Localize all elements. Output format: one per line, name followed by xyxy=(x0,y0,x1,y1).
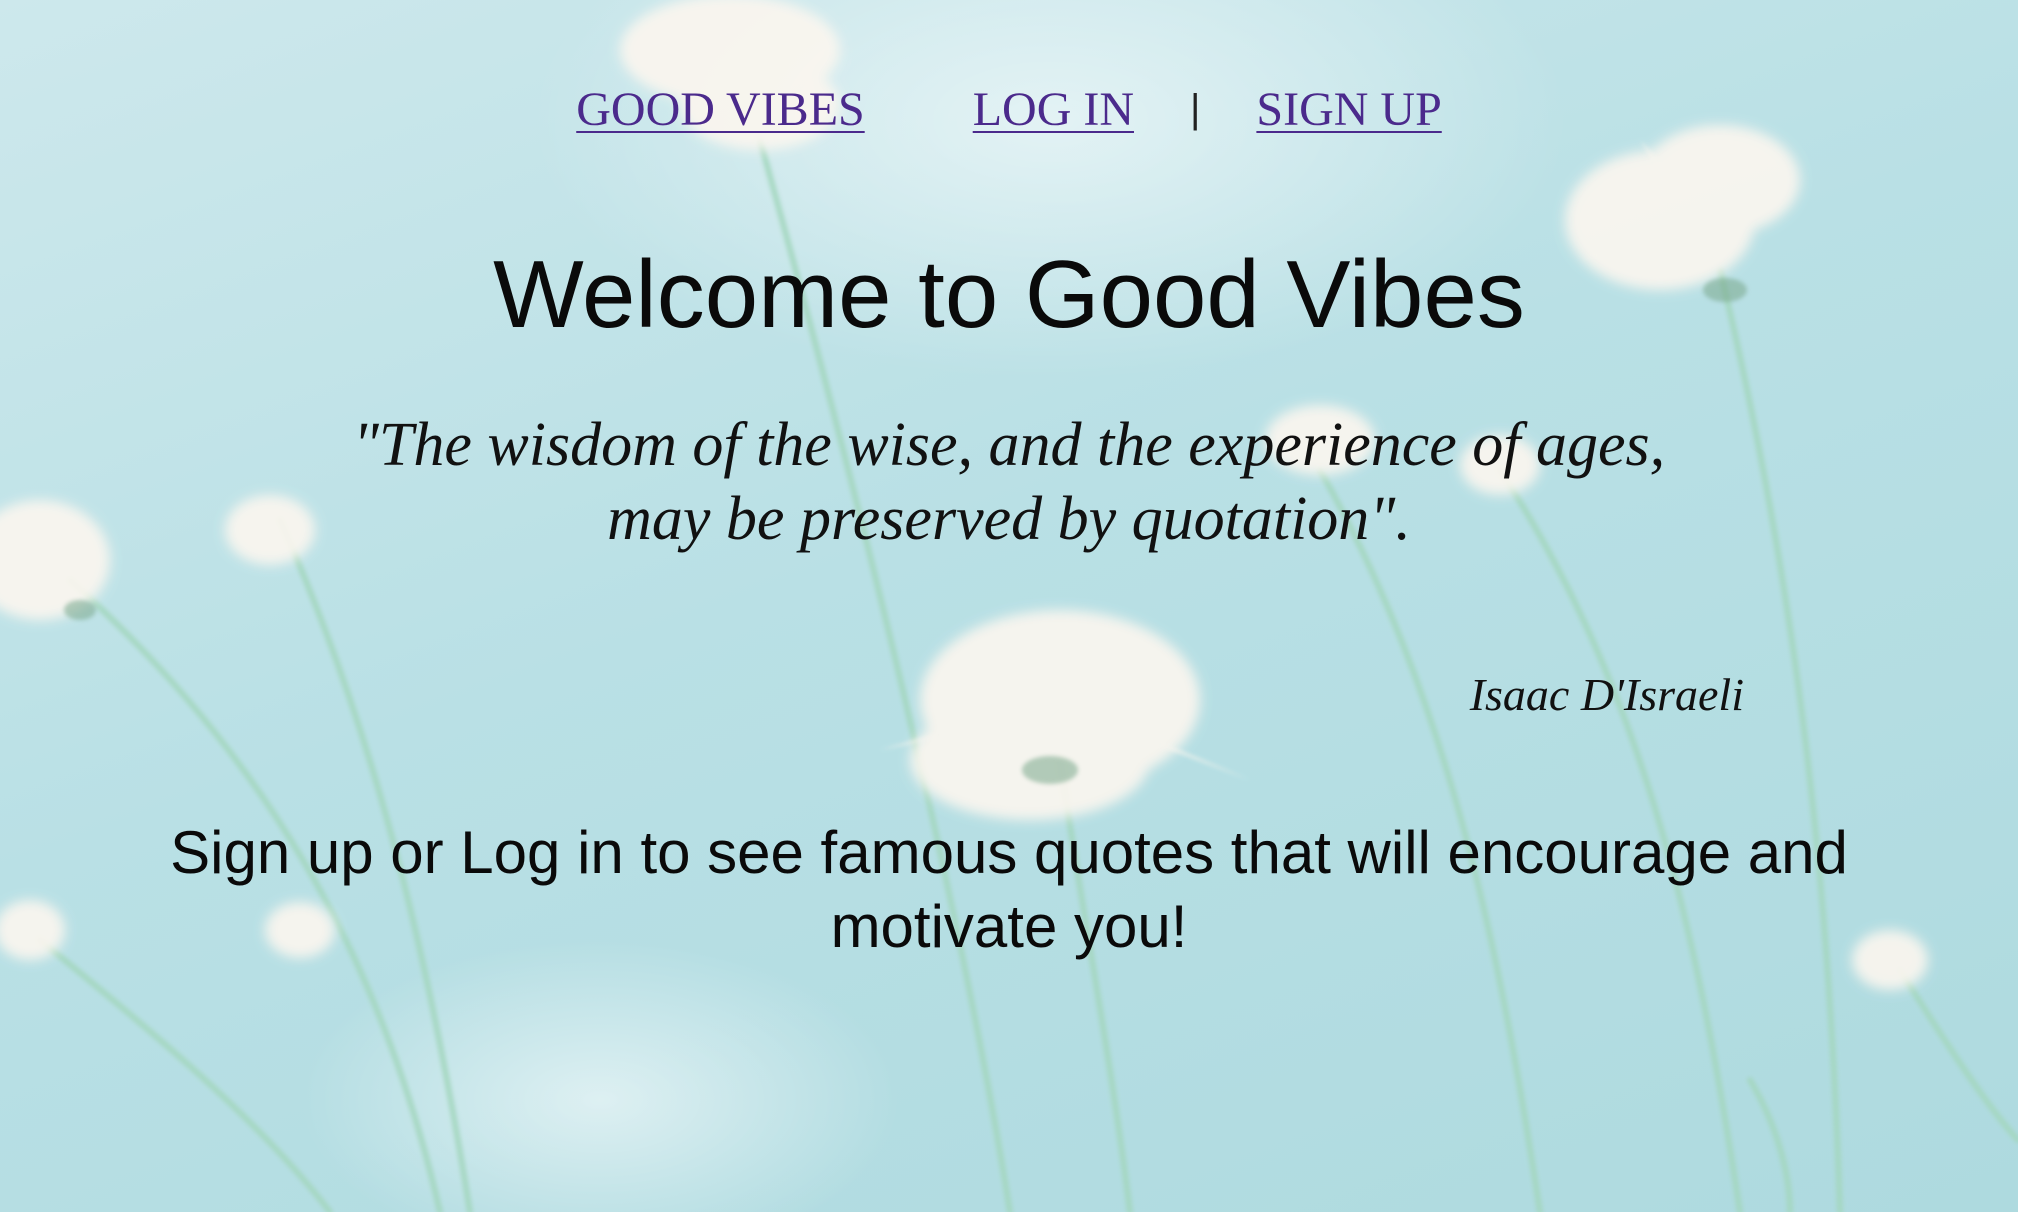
nav-link-good-vibes[interactable]: GOOD VIBES xyxy=(576,83,864,136)
quote-line-1: "The wisdom of the wise, and the experie… xyxy=(352,411,1666,479)
featured-quote: "The wisdom of the wise, and the experie… xyxy=(0,408,2018,556)
top-nav: GOOD VIBES LOG IN | SIGN UP xyxy=(0,82,2018,137)
nav-link-log-in[interactable]: LOG IN xyxy=(973,83,1134,136)
quote-author: Isaac D'Israeli xyxy=(1469,669,1744,720)
quote-line-2: may be preserved by quotation". xyxy=(607,485,1411,553)
nav-separator: | xyxy=(1190,87,1201,131)
nav-link-sign-up[interactable]: SIGN UP xyxy=(1256,83,1441,136)
page-title: Welcome to Good Vibes xyxy=(493,241,1525,348)
page-content: GOOD VIBES LOG IN | SIGN UP Welcome to G… xyxy=(0,0,2018,1212)
call-to-action-text: Sign up or Log in to see famous quotes t… xyxy=(170,819,1848,960)
